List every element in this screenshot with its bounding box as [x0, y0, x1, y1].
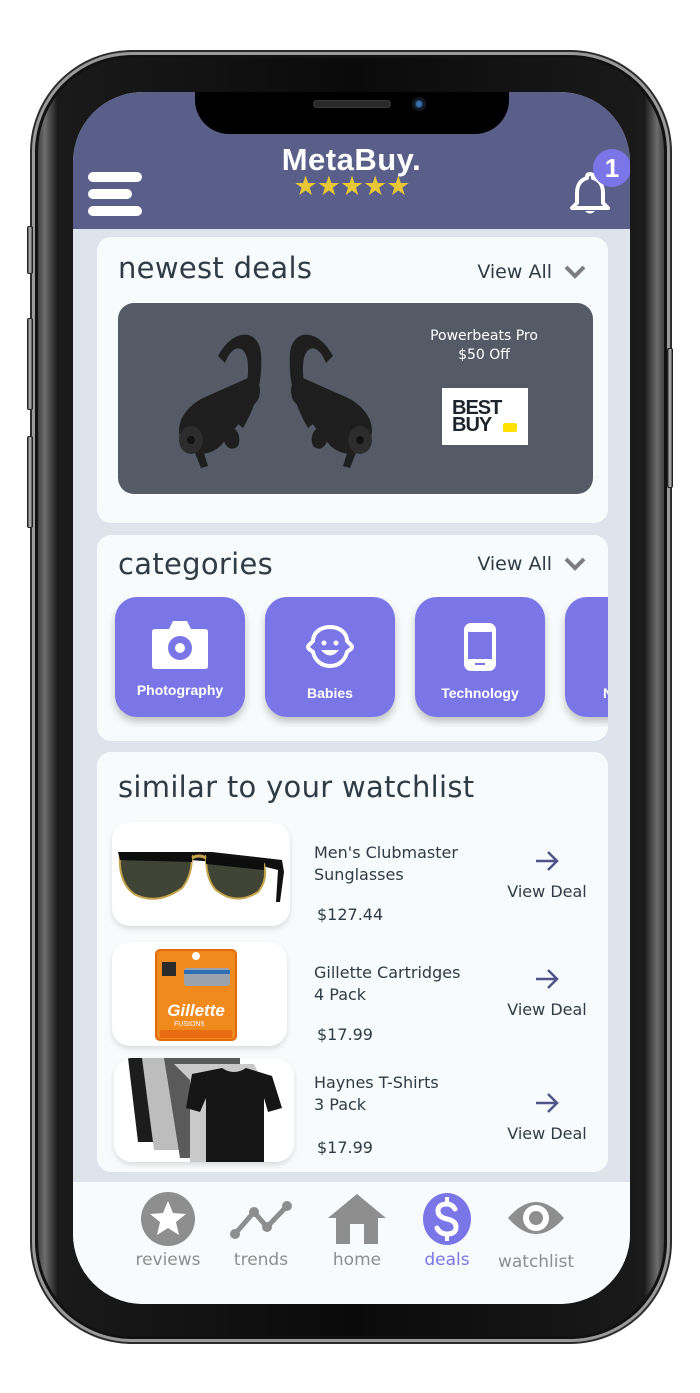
category-photography[interactable]: Photography — [115, 597, 245, 717]
item-name-line2: 4 Pack — [314, 985, 367, 1004]
item-name: Gillette Cartridges 4 Pack — [314, 962, 489, 1006]
view-deal-label: View Deal — [507, 1000, 587, 1019]
eye-icon — [508, 1202, 564, 1234]
chevron-down-icon — [564, 265, 586, 279]
nav-label: deals — [424, 1250, 470, 1270]
category-technology[interactable]: Technology — [415, 597, 545, 717]
item-name-line1: Haynes T-Shirts — [314, 1073, 439, 1092]
category-babies[interactable]: Babies — [265, 597, 395, 717]
watchlist-title: similar to your watchlist — [118, 770, 475, 804]
silent-switch — [27, 226, 33, 274]
power-button — [667, 348, 673, 488]
watchlist-card: similar to your watchlist Men's Clubmast… — [97, 752, 608, 1172]
razor-pack-icon: Gillette FUSION5 — [155, 949, 237, 1041]
nav-label: reviews — [135, 1250, 201, 1270]
category-label: N — [603, 685, 608, 701]
view-deal-label: View Deal — [507, 1124, 587, 1143]
item-name-line2: 3 Pack — [314, 1095, 367, 1114]
categories-view-all[interactable]: View All — [477, 553, 586, 575]
deal-description: Powerbeats Pro $50 Off — [410, 327, 558, 365]
item-name-line1: Men's Clubmaster — [314, 843, 458, 862]
trend-line-icon — [230, 1201, 292, 1239]
categories-carousel[interactable]: Photography Babies Technology — [97, 597, 608, 727]
item-name: Men's Clubmaster Sunglasses — [314, 842, 489, 886]
nav-reviews[interactable]: reviews — [123, 1192, 213, 1270]
smartphone-icon — [464, 623, 496, 671]
newest-deals-card: newest deals View All Powerbeats Pro $50… — [97, 237, 608, 523]
nav-home[interactable]: home — [312, 1192, 402, 1270]
svg-text:Gillette: Gillette — [167, 1001, 225, 1020]
view-deal-button[interactable]: View Deal — [502, 1092, 592, 1143]
item-name: Haynes T-Shirts 3 Pack — [314, 1072, 489, 1116]
camera-icon — [152, 621, 208, 669]
view-deal-button[interactable]: View Deal — [502, 968, 592, 1019]
rating-stars: ★★★★★ — [293, 171, 410, 202]
arrow-right-icon — [536, 851, 559, 871]
item-name-line1: Gillette Cartridges — [314, 963, 461, 982]
chevron-down-icon — [564, 557, 586, 571]
watchlist-item: Haynes T-Shirts 3 Pack $17.99 View Deal — [112, 1058, 593, 1162]
arrow-right-icon — [536, 1093, 559, 1113]
tshirts-image[interactable] — [114, 1058, 294, 1162]
view-all-label: View All — [477, 261, 552, 283]
nav-label: watchlist — [497, 1252, 575, 1272]
speaker-grille — [313, 100, 391, 108]
category-partial[interactable]: N — [565, 597, 608, 717]
newest-deals-view-all[interactable]: View All — [477, 261, 586, 283]
nav-trends[interactable]: trends — [216, 1192, 306, 1270]
sunglasses-icon — [118, 852, 284, 902]
sunglasses-image[interactable] — [112, 822, 290, 926]
deal-banner[interactable]: Powerbeats Pro $50 Off BEST BUY — [118, 303, 593, 494]
nav-label: home — [332, 1250, 382, 1270]
watchlist-item: Men's Clubmaster Sunglasses $127.44 View… — [112, 822, 593, 926]
dollar-circle-icon — [423, 1193, 471, 1245]
item-name-line2: Sunglasses — [314, 865, 404, 884]
bottom-navigation: reviews trends home deals watchlist — [73, 1182, 630, 1304]
nav-deals[interactable]: deals — [402, 1192, 492, 1270]
volume-down-button — [27, 436, 33, 528]
nav-label: trends — [233, 1250, 289, 1270]
front-camera — [412, 97, 426, 111]
home-icon — [328, 1194, 386, 1244]
categories-title: categories — [118, 547, 274, 581]
baby-face-icon — [306, 625, 354, 668]
item-price: $127.44 — [317, 905, 384, 924]
menu-line — [88, 206, 142, 216]
category-label: Babies — [307, 685, 353, 701]
earbuds-image — [179, 334, 372, 468]
category-label: Technology — [441, 685, 519, 701]
phone-screen: MetaBuy. ★★★★★ 1 newest deals View All P… — [73, 92, 630, 1304]
view-deal-label: View Deal — [507, 882, 587, 901]
arrow-right-icon — [536, 969, 559, 989]
watchlist-item: Gillette FUSION5 Gillette Cartridges 4 P… — [112, 942, 593, 1046]
view-deal-button[interactable]: View Deal — [502, 850, 592, 901]
item-price: $17.99 — [317, 1138, 373, 1157]
nav-watchlist[interactable]: watchlist — [491, 1192, 581, 1272]
newest-deals-title: newest deals — [118, 251, 313, 285]
notch — [195, 92, 509, 134]
deal-product-name: Powerbeats Pro — [430, 328, 538, 344]
item-price: $17.99 — [317, 1025, 373, 1044]
gillette-image[interactable]: Gillette FUSION5 — [112, 942, 287, 1046]
tshirts-icon — [128, 1058, 282, 1162]
price-tag-icon — [503, 423, 517, 432]
categories-card: categories View All Photography Babies T… — [97, 535, 608, 741]
volume-up-button — [27, 318, 33, 410]
category-label: Photography — [136, 682, 224, 698]
best-buy-logo: BEST BUY — [442, 388, 528, 445]
star-circle-icon — [141, 1192, 195, 1246]
view-all-label: View All — [477, 553, 552, 575]
svg-text:FUSION5: FUSION5 — [174, 1021, 204, 1028]
deal-offer: $50 Off — [458, 347, 510, 363]
notification-badge: 1 — [593, 149, 630, 187]
